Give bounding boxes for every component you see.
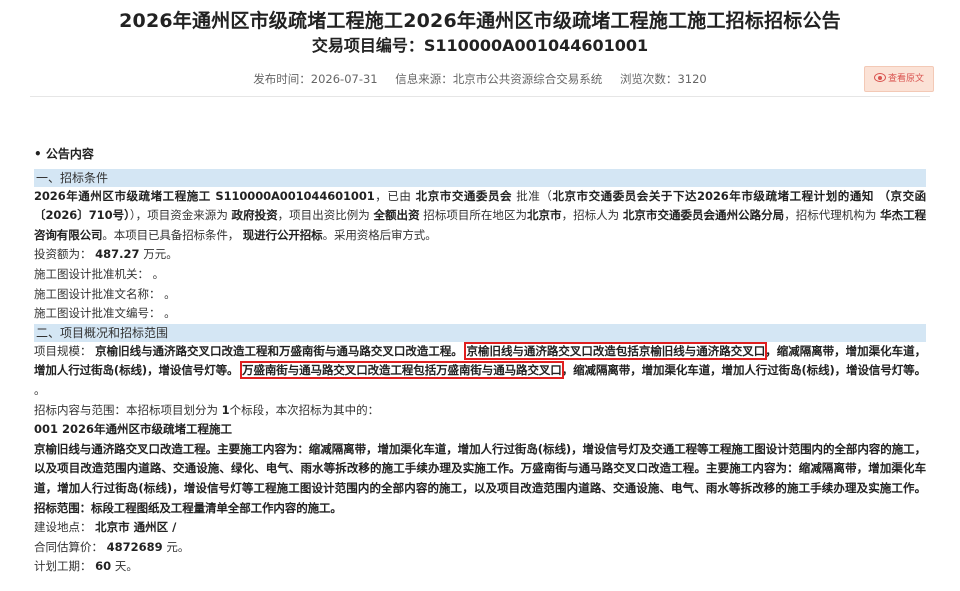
section-bar-conditions: 一、招标条件 xyxy=(34,168,926,187)
header-divider xyxy=(30,96,930,97)
conditions-paragraph: 2026年通州区市级疏堵工程施工 S110000A001044601001，已由… xyxy=(34,188,927,242)
scope-intro: 招标内容与范围：本招标项目划分为 1个标段，本次招标为其中的： xyxy=(34,402,380,417)
lot-title: 001 2026年通州区市级疏堵工程施工 xyxy=(34,422,233,437)
publish-time: 2026-07-31 xyxy=(310,72,378,86)
publish-label: 发布时间： xyxy=(253,72,311,86)
announcement-content: • 公告内容 一、招标条件 2026年通州区市级疏堵工程施工 S110000A0… xyxy=(34,145,926,577)
scale-paragraph: 项目规模： 京榆旧线与通济路交叉口改造工程和万盛南街与通马路交叉口改造工程。 京… xyxy=(34,341,927,397)
section-bar-overview: 二、项目概况和招标范围 xyxy=(34,323,926,342)
views-count: 3120 xyxy=(677,72,707,86)
build-site: 建设地点： 北京市 通州区 / xyxy=(34,520,177,535)
highlight-box-1: 京榆旧线与通济路交叉口改造包括京榆旧线与通济路交叉口 xyxy=(464,341,768,360)
contract-price: 合同估算价： 4872689 元。 xyxy=(34,539,190,554)
content-heading: • 公告内容 xyxy=(34,147,94,161)
approve-doc-name: 施工图设计批准文名称： 。 xyxy=(34,286,176,301)
highlight-box-2: 万盛南街与通马路交叉口改造工程包括万盛南街与通马路交叉口 xyxy=(240,361,564,380)
eye-icon xyxy=(873,73,886,82)
view-original-label: 查看原文 xyxy=(887,74,924,84)
invest-amount: 投资额为： 487.27 万元。 xyxy=(34,247,178,262)
page-title: 2026年通州区市级疏堵工程施工2026年通州区市级疏堵工程施工施工招标招标公告 xyxy=(119,10,841,32)
views-label: 浏览次数： xyxy=(619,72,678,86)
page: 2026年通州区市级疏堵工程施工2026年通州区市级疏堵工程施工施工招标招标公告… xyxy=(0,0,960,591)
source-label: 信息来源： xyxy=(395,72,453,86)
source-value: 北京市公共资源综合交易系统 xyxy=(452,72,603,86)
view-original-button[interactable]: 查看原文 xyxy=(864,66,934,92)
meta-info: 发布时间：2026-07-31 信息来源：北京市公共资源综合交易系统 浏览次数：… xyxy=(0,70,960,88)
project-number: 交易项目编号：S110000A001044601001 xyxy=(311,36,649,55)
plan-period: 计划工期： 60 天。 xyxy=(34,559,138,574)
lot-description: 京榆旧线与通济路交叉口改造工程。主要施工内容为：缩减隔离带，增加渠化车道，增加人… xyxy=(34,441,926,515)
approve-doc-number: 施工图设计批准文编号： 。 xyxy=(34,306,176,321)
approve-org: 施工图设计批准机关： 。 xyxy=(34,266,165,281)
